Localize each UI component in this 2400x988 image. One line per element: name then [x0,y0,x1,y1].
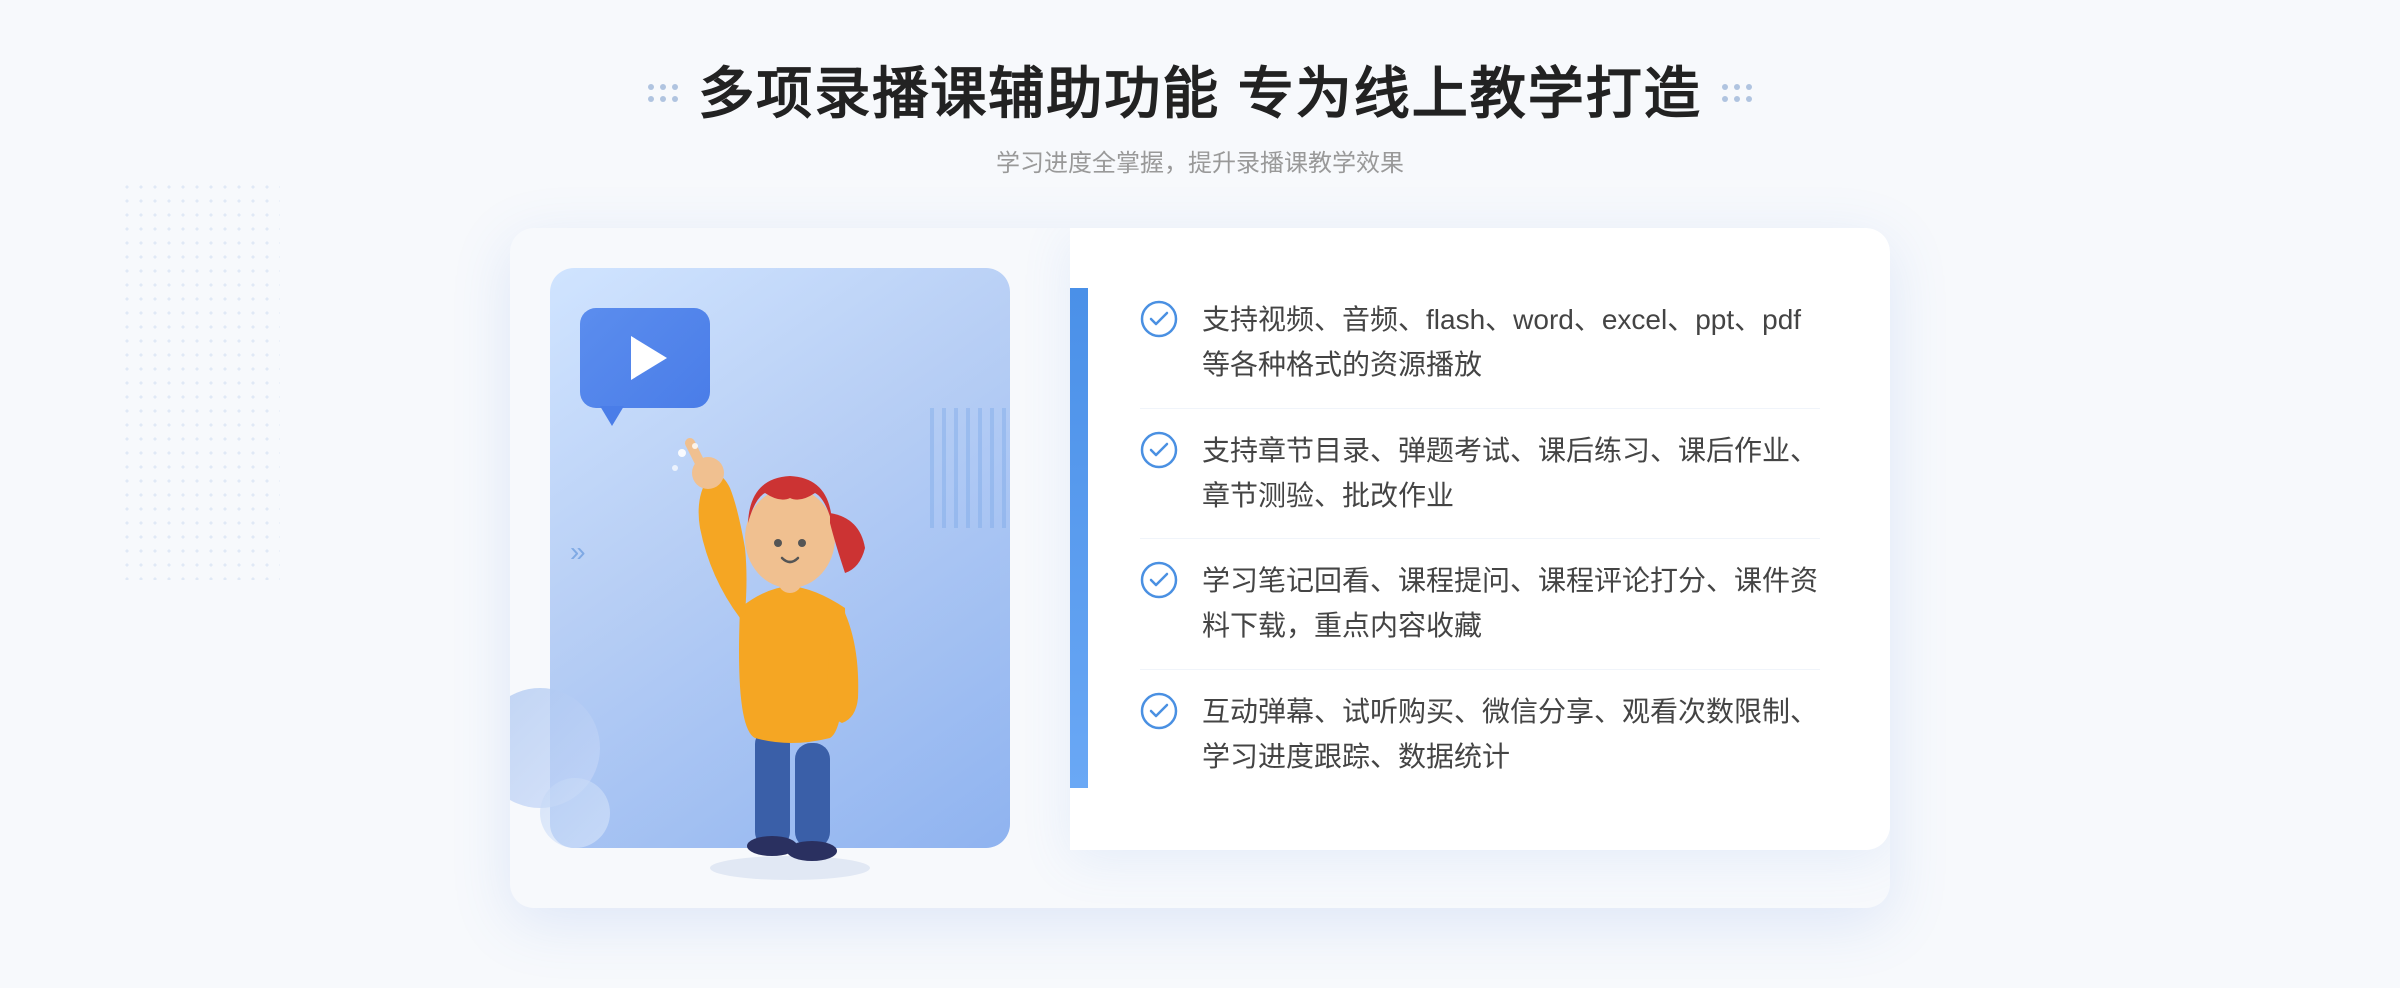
page-container: 多项录播课辅助功能 专为线上教学打造 学习进度全掌握，提升录播课教学效果 [0,0,2400,988]
feature-text-1: 支持视频、音频、flash、word、excel、ppt、pdf等各种格式的资源… [1202,298,1820,388]
feature-item-2: 支持章节目录、弹题考试、课后练习、课后作业、章节测验、批改作业 [1140,409,1820,540]
feature-text-2: 支持章节目录、弹题考试、课后练习、课后作业、章节测验、批改作业 [1202,429,1820,519]
header-decorators: 多项录播课辅助功能 专为线上教学打造 [648,60,1752,127]
decorative-circle-small [540,778,610,848]
feature-item-3: 学习笔记回看、课程提问、课程评论打分、课件资料下载，重点内容收藏 [1140,539,1820,670]
decorative-arrows: » [570,536,586,568]
check-icon-3 [1140,561,1178,599]
feature-text-3: 学习笔记回看、课程提问、课程评论打分、课件资料下载，重点内容收藏 [1202,559,1820,649]
content-card: » [510,228,1890,908]
header-section: 多项录播课辅助功能 专为线上教学打造 学习进度全掌握，提升录播课教学效果 [648,60,1752,178]
person-illustration [620,348,960,908]
check-icon-1 [1140,300,1178,338]
panel-wrapper: 支持视频、音频、flash、word、excel、ppt、pdf等各种格式的资源… [1070,228,1890,908]
check-icon-2 [1140,431,1178,469]
check-icon-4 [1140,692,1178,730]
content-area: » [500,228,1900,908]
feature-text-4: 互动弹幕、试听购买、微信分享、观看次数限制、学习进度跟踪、数据统计 [1202,690,1820,780]
illustration-wrapper: » [510,228,1070,908]
left-decorator-dots [648,84,678,104]
page-title: 多项录播课辅助功能 专为线上教学打造 [698,60,1702,127]
page-subtitle: 学习进度全掌握，提升录播课教学效果 [648,143,1752,178]
feature-item-1: 支持视频、音频、flash、word、excel、ppt、pdf等各种格式的资源… [1140,278,1820,409]
right-decorator-dots [1722,84,1752,104]
blue-accent-bar [1070,288,1088,788]
feature-item-4: 互动弹幕、试听购买、微信分享、观看次数限制、学习进度跟踪、数据统计 [1140,670,1820,800]
features-panel: 支持视频、音频、flash、word、excel、ppt、pdf等各种格式的资源… [1070,228,1890,849]
